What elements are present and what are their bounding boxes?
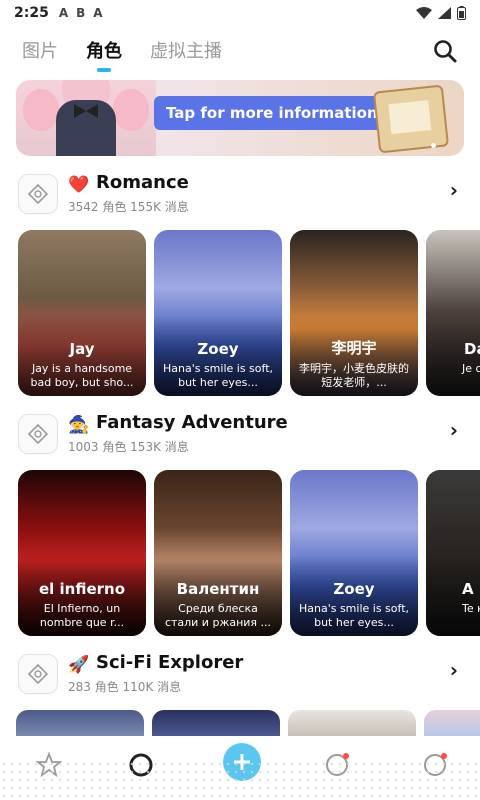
- character-description: 李明宇，小麦色皮肤的短发老师，...: [299, 362, 409, 389]
- status-time: 2:25: [14, 5, 49, 21]
- notification-icon: A: [58, 6, 69, 20]
- navigation-overlay-texture: [0, 760, 480, 800]
- wizard-icon: 🧙: [68, 415, 90, 435]
- wifi-icon: [416, 7, 432, 19]
- category-icon: [18, 414, 58, 454]
- section-header[interactable]: ❤️ Romance 3542 角色 155K 消息 ›: [0, 170, 480, 220]
- character-card-row: el infierno El Infierno, un nombre que r…: [18, 470, 480, 636]
- tap-for-info-button[interactable]: Tap for more information ›: [154, 96, 402, 130]
- character-description: Je c l'a: [462, 362, 480, 375]
- notification-icon: A: [93, 6, 103, 20]
- character-description: Jay is a handsome bad boy, but sho...: [30, 362, 134, 389]
- character-description: Среди блеска стали и ржания ...: [164, 602, 272, 629]
- banner-character-illustration: [16, 80, 156, 156]
- character-card[interactable]: [288, 710, 416, 736]
- top-tab-bar: 图片 角色 虚拟主播: [0, 30, 480, 70]
- character-description: Hana's smile is soft, but her eyes...: [162, 362, 274, 389]
- character-card[interactable]: A Te костюм: [426, 470, 480, 636]
- character-description: El Infierno, un nombre que r...: [39, 602, 125, 629]
- character-name: el infierno: [38, 580, 126, 598]
- character-card[interactable]: Jay Jay is a handsome bad boy, but sho..…: [18, 230, 146, 396]
- character-card-row: Jay Jay is a handsome bad boy, but sho..…: [18, 230, 480, 396]
- category-section-fantasy-adventure: 🧙 Fantasy Adventure 1003 角色 153K 消息 › el…: [0, 410, 480, 636]
- section-header[interactable]: 🚀 Sci-Fi Explorer 283 角色 110K 消息 ›: [0, 650, 480, 700]
- section-title: Romance: [96, 172, 189, 193]
- category-icon: [18, 174, 58, 214]
- character-name: Jay: [69, 340, 95, 358]
- character-card[interactable]: Валентин Среди блеска стали и ржания ...: [154, 470, 282, 636]
- category-icon: [18, 654, 58, 694]
- category-section-romance: ❤️ Romance 3542 角色 155K 消息 › Jay Jay is …: [0, 170, 480, 396]
- heart-icon: ❤️: [68, 175, 90, 195]
- character-description: Te костюм: [462, 602, 480, 615]
- status-bar: 2:25 A B A: [0, 0, 480, 26]
- character-name: Валентин: [176, 580, 260, 598]
- character-card[interactable]: el infierno El Infierno, un nombre que r…: [18, 470, 146, 636]
- search-icon[interactable]: [432, 38, 458, 64]
- character-card[interactable]: Da Je c l'a: [426, 230, 480, 396]
- character-name: A: [462, 580, 474, 598]
- signal-icon: [438, 7, 451, 19]
- character-description: Hana's smile is soft, but her eyes...: [298, 602, 410, 629]
- character-card[interactable]: [424, 710, 480, 736]
- character-card[interactable]: 李明宇 李明宇，小麦色皮肤的短发老师，...: [290, 230, 418, 396]
- character-card[interactable]: [152, 710, 280, 736]
- notification-icon: B: [76, 6, 86, 20]
- section-stats: 3542 角色 155K 消息: [68, 200, 189, 214]
- battery-icon: [457, 6, 466, 20]
- section-header[interactable]: 🧙 Fantasy Adventure 1003 角色 153K 消息 ›: [0, 410, 480, 460]
- section-title: Sci-Fi Explorer: [96, 652, 244, 673]
- character-name: Zoey: [197, 340, 239, 358]
- banner-page-indicator: [431, 143, 436, 148]
- tab-virtual-streamers[interactable]: 虚拟主播: [150, 37, 222, 63]
- character-name: Zoey: [333, 580, 375, 598]
- tab-images[interactable]: 图片: [22, 37, 58, 63]
- chevron-right-icon[interactable]: ›: [450, 658, 458, 682]
- character-card[interactable]: Zoey Hana's smile is soft, but her eyes.…: [290, 470, 418, 636]
- chevron-right-icon[interactable]: ›: [450, 178, 458, 202]
- tab-characters[interactable]: 角色: [86, 37, 122, 63]
- chevron-right-icon[interactable]: ›: [450, 418, 458, 442]
- promo-banner[interactable]: Tap for more information ›: [16, 80, 464, 156]
- character-card[interactable]: Zoey Hana's smile is soft, but her eyes.…: [154, 230, 282, 396]
- section-stats: 283 角色 110K 消息: [68, 680, 182, 694]
- rocket-icon: 🚀: [68, 655, 90, 675]
- category-section-sci-fi-explorer: 🚀 Sci-Fi Explorer 283 角色 110K 消息 ›: [0, 650, 480, 700]
- section-title: Fantasy Adventure: [96, 412, 288, 433]
- character-name: 李明宇: [331, 339, 377, 357]
- character-name: Da: [464, 340, 480, 358]
- character-card[interactable]: [16, 710, 144, 736]
- sci-fi-card-row-partial: [16, 710, 480, 736]
- banner-notice-board-illustration: [372, 84, 450, 154]
- section-stats: 1003 角色 153K 消息: [68, 440, 189, 454]
